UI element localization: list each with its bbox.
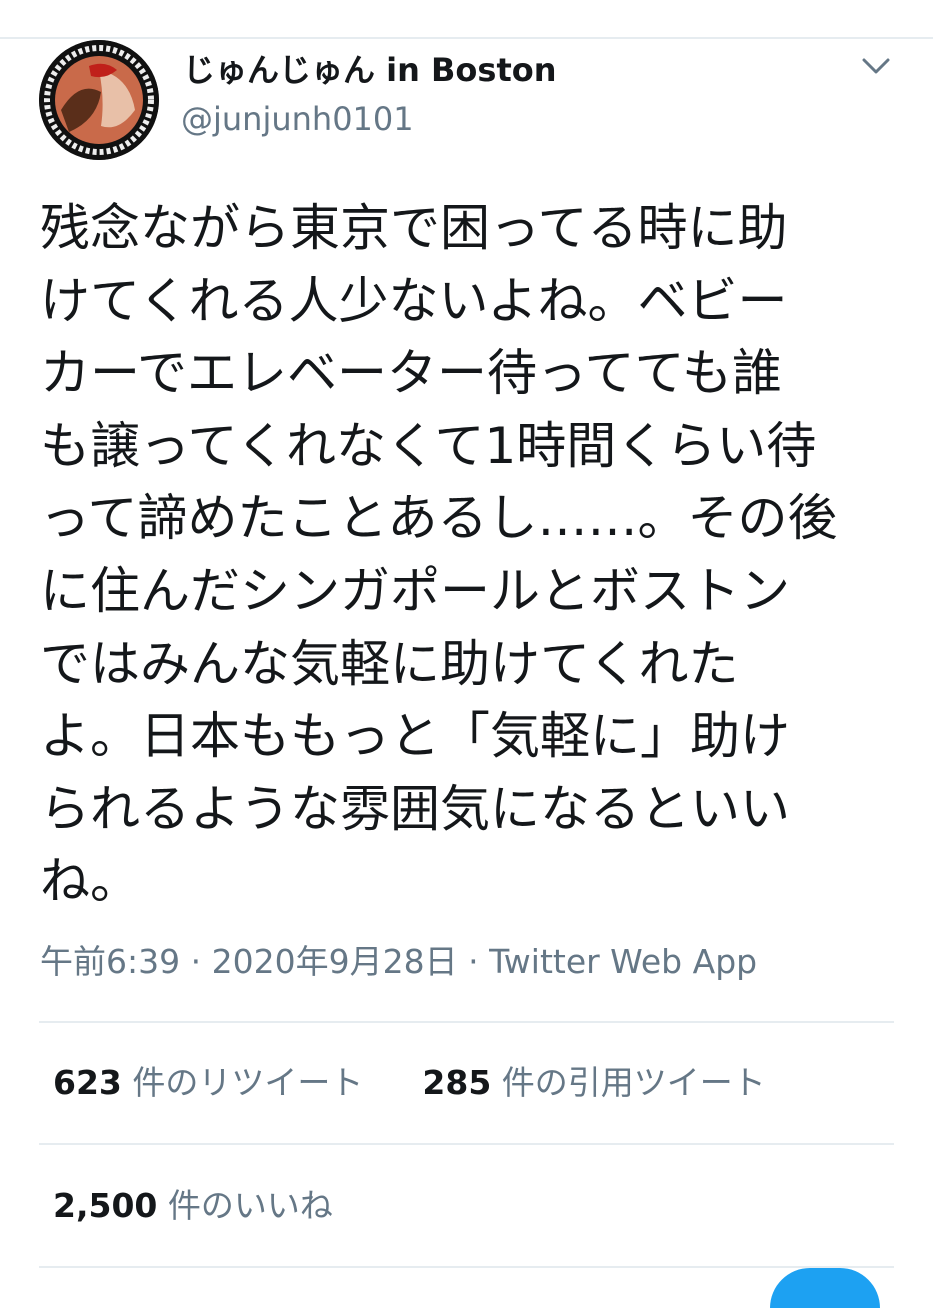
display-name[interactable]: じゅんじゅん in Boston [183,50,557,90]
avatar[interactable] [39,40,159,160]
divider [39,1021,894,1023]
user-handle[interactable]: @junjunh0101 [181,99,414,139]
tweet-line: ではみんな気軽に助けてくれた [40,634,739,693]
tweet-line: よ。日本ももっと「気軽に」助け [40,707,790,766]
tweet-time[interactable]: 午前6:39 [40,942,180,981]
tweet-line: けてくれる人少ないよね。ベビー [40,271,788,330]
likes-count: 2,500 [53,1186,158,1225]
tweet-line: 残念ながら東京で困ってる時に助 [40,199,788,257]
top-divider [0,37,933,39]
quotes-label: 件の引用ツイート [501,1063,766,1102]
meta-separator: · [468,942,479,981]
quotes-stat[interactable]: 285 件の引用ツイート [422,1063,765,1102]
tweet-date[interactable]: 2020年9月28日 [212,942,458,981]
tweet-line: ね。 [40,852,140,911]
tweet-meta: 午前6:39 · 2020年9月28日 · Twitter Web App [40,940,757,984]
divider [39,1143,894,1145]
divider [39,1266,894,1268]
chevron-down-icon[interactable] [860,52,892,80]
retweets-label: 件のリツイート [132,1063,364,1102]
retweets-count: 623 [53,1063,122,1102]
tweet-text: 残念ながら東京で困ってる時に助 けてくれる人少ないよね。ベビー カーでエレベータ… [40,192,900,918]
likes-stat-row: 2,500 件のいいね [53,1184,333,1228]
likes-stat[interactable]: 2,500 件のいいね [53,1186,333,1225]
retweets-stat[interactable]: 623 件のリツイート [53,1063,374,1102]
tweet-line: も譲ってくれなくて1時間くらい待 [40,416,817,475]
likes-label: 件のいいね [167,1186,333,1225]
quotes-count: 285 [422,1063,492,1102]
tweet-line: に住んだシンガポールとボストン [40,561,790,620]
compose-button[interactable] [770,1268,880,1308]
engagement-stats-row: 623 件のリツイート 285 件の引用ツイート [53,1061,766,1105]
avatar-image [39,40,159,160]
tweet-line: られるような雰囲気になるといい [40,779,790,838]
meta-separator: · [190,942,202,981]
tweet-source-link[interactable]: Twitter Web App [489,942,757,981]
tweet-line: って諦めたことあるし……。その後 [40,489,838,548]
tweet-line: カーでエレベーター待ってても誰 [40,344,782,403]
